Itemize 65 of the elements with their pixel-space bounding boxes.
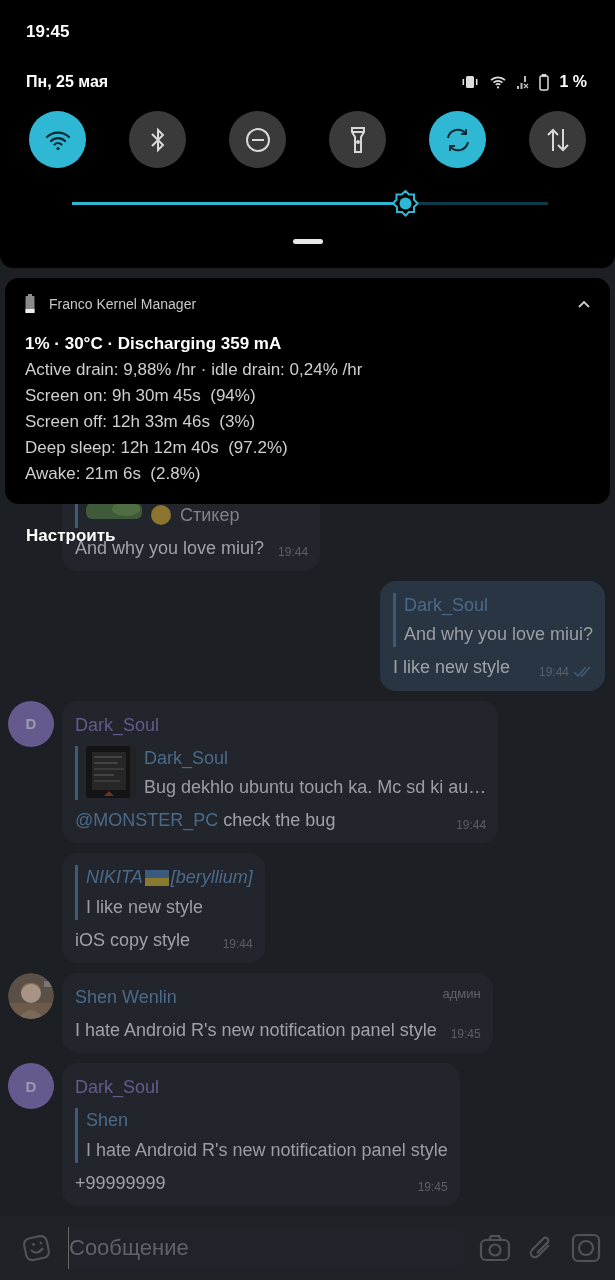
reply-author: Dark_Soul — [403, 594, 488, 618]
reply-quote[interactable]: Shen I hate Android R's new notification panel style — [75, 1108, 448, 1163]
sender-name: Dark_Soul — [75, 1076, 160, 1100]
bluetooth-icon — [149, 126, 166, 153]
battery-icon — [25, 294, 35, 314]
message-time: 19:45 — [450, 1026, 481, 1044]
reply-quote[interactable]: Dark_Soul Bug dekhlo ubuntu touch ka. Mc sd ki au… — [75, 745, 487, 801]
reply-author: Shen — [86, 1109, 129, 1133]
message-bubble[interactable]: Dark_Soul Dark_Soul Bug dekhlo ubuntu touch ka. Mc sd ki au… @MONSTER_PC check the bug 19:44 — [62, 700, 499, 844]
battery-percent: 1 % — [559, 73, 587, 91]
message-time: 19:44 — [456, 816, 487, 834]
flashlight-icon — [349, 125, 366, 154]
battery-icon — [539, 73, 550, 91]
flag-icon — [144, 869, 169, 886]
message-text: iOS copy style — [75, 928, 191, 952]
app-name: Franco Kernel Manager — [49, 296, 197, 312]
wifi-toggle[interactable] — [29, 111, 86, 168]
flashlight-toggle[interactable] — [329, 111, 386, 168]
sync-icon — [444, 127, 471, 152]
data-transfer-icon — [545, 126, 570, 153]
vibrate-icon — [461, 75, 480, 89]
drag-handle[interactable] — [292, 239, 323, 244]
sync-toggle[interactable] — [429, 111, 486, 168]
reply-text: Bug dekhlo ubuntu touch ka. Mc sd ki au… — [144, 775, 487, 799]
reply-author: [beryllium] — [170, 866, 253, 890]
message-bubble[interactable]: Dark_Soul Shen I hate Android R's new notification panel style +99999999 19:45 — [62, 1063, 460, 1206]
date[interactable]: Пн, 25 мая — [26, 73, 109, 91]
message-text: I hate Android R's new notification panel style — [75, 1019, 437, 1043]
notification-text: Awake: 21m 6s (2.8%) — [25, 464, 202, 484]
message-bubble[interactable]: NIKITA [beryllium] I like new style iOS copy style 19:44 — [62, 853, 265, 963]
message-text: I like new style — [392, 656, 510, 680]
reply-text: I hate Android R's new notification panel style — [86, 1138, 448, 1162]
chevron-up-icon[interactable] — [578, 300, 590, 308]
dnd-toggle[interactable] — [229, 111, 286, 168]
notification-text: Active drain: 9,88% /hr · idle drain: 0,24% /hr — [25, 360, 364, 380]
reply-author: NIKITA — [86, 866, 143, 890]
do-not-disturb-icon — [244, 126, 271, 153]
reply-text: Стикер — [180, 503, 240, 527]
bluetooth-toggle[interactable] — [129, 111, 186, 168]
message-text: +99999999 — [75, 1171, 166, 1195]
notification-text: Screen on: 9h 30m 45s (94%) — [25, 386, 257, 406]
wifi-icon — [489, 75, 508, 89]
message-bubble[interactable]: Shen Wenlin админ I hate Android R's new notification panel style 19:45 — [62, 972, 493, 1054]
message-time: 19:45 — [417, 1179, 448, 1196]
no-signal-icon — [517, 75, 530, 89]
clock: 19:45 — [25, 21, 71, 42]
notification-text: Deep sleep: 12h 12m 40s (97.2%) — [25, 438, 289, 458]
reply-text: I like new style — [86, 895, 205, 919]
message-time: 19:44 — [278, 544, 309, 561]
message-time: 19:44 — [222, 936, 253, 953]
emoji-icon — [150, 504, 172, 527]
reply-text: And why you love miui? — [403, 623, 593, 647]
notification-text: Screen off: 12h 33m 46s (3%) — [25, 412, 257, 432]
data-toggle[interactable] — [529, 111, 586, 168]
notification-card[interactable] — [5, 278, 610, 504]
reply-quote[interactable]: Dark_Soul And why you love miui? — [392, 593, 593, 648]
reply-author: Dark_Soul — [144, 746, 229, 771]
reply-quote[interactable]: NIKITA [beryllium] I like new style — [75, 865, 253, 920]
admin-label: админ — [442, 984, 481, 1003]
notification-title: 1% · 30°C · Discharging 359 mA — [25, 334, 283, 354]
message-text: @MONSTER_PC check the bug — [75, 809, 336, 833]
sender-name: Dark_Soul — [75, 713, 160, 738]
brightness-thumb[interactable] — [392, 190, 420, 217]
message-composer-bar[interactable]: Сообщение — [0, 1216, 615, 1280]
sender-name: Shen Wenlin — [75, 985, 177, 1009]
